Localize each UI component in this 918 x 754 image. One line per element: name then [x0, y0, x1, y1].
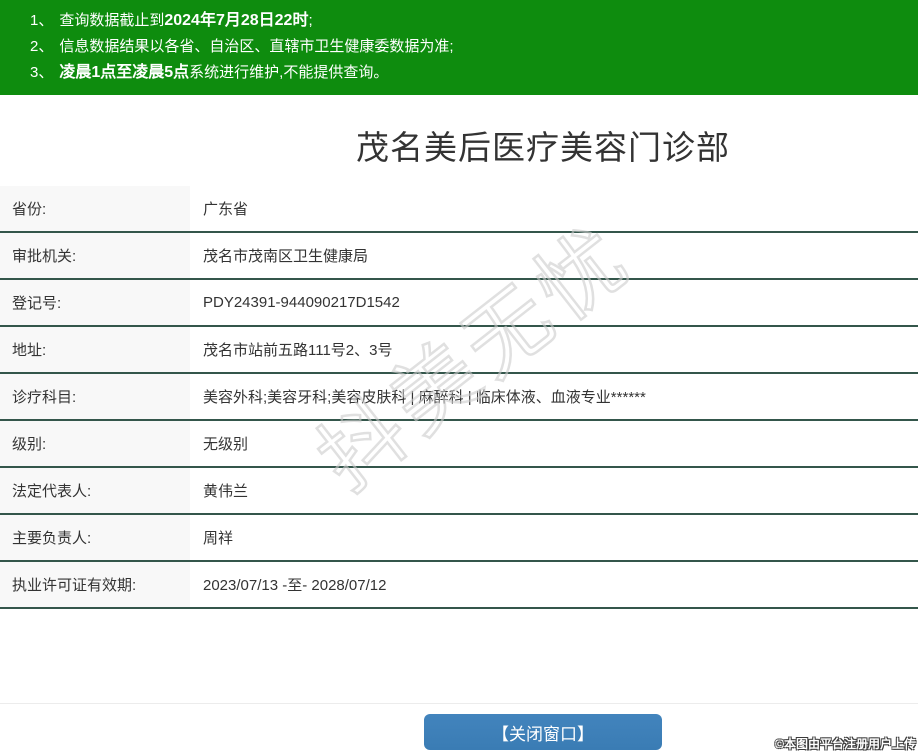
row-label: 法定代表人:: [0, 468, 190, 513]
table-row-legal-representative: 法定代表人: 黄伟兰: [0, 468, 918, 515]
row-label: 执业许可证有效期:: [0, 562, 190, 607]
notice-text: 信息数据结果以各省、自治区、直辖市卫生健康委数据为准;: [59, 38, 454, 55]
table-row-medical-subjects: 诊疗科目: 美容外科;美容牙科;美容皮肤科 | 麻醉科 | 临床体液、血液专业*…: [0, 374, 918, 421]
row-value: 无级别: [203, 436, 249, 453]
notice-text-bold: 凌晨1点至凌晨5点: [59, 64, 190, 81]
row-value: 2023/07/13 -至- 2028/07/12: [203, 577, 387, 594]
notice-text: ;: [308, 12, 313, 29]
notice-text: 查询数据截止到: [59, 12, 165, 29]
close-window-button[interactable]: 【关闭窗口】: [424, 714, 662, 750]
notice-number: 2、: [30, 38, 54, 55]
row-label: 级别:: [0, 421, 190, 466]
notice-bar: 1、 查询数据截止到2024年7月28日22时; 2、 信息数据结果以各省、自治区、…: [0, 0, 918, 95]
copyright-watermark: ©本图由平台注册用户上传: [775, 737, 916, 751]
table-row-address: 地址: 茂名市站前五路111号2、3号: [0, 327, 918, 374]
row-value: 广东省: [203, 201, 249, 218]
row-label: 主要负责人:: [0, 515, 190, 560]
row-value: 茂名市茂南区卫生健康局: [203, 248, 369, 265]
notice-text-bold: 2024年7月28日22时: [164, 12, 309, 29]
row-label: 诊疗科目:: [0, 374, 190, 419]
row-value: 茂名市站前五路111号2、3号: [203, 342, 393, 359]
table-row-registration-number: 登记号: PDY24391-944090217D1542: [0, 280, 918, 327]
table-row-level: 级别: 无级别: [0, 421, 918, 468]
table-row-approval-authority: 审批机关: 茂名市茂南区卫生健康局: [0, 233, 918, 280]
row-label: 地址:: [0, 327, 190, 372]
row-label: 审批机关:: [0, 233, 190, 278]
notice-item-2: 2、 信息数据结果以各省、自治区、直辖市卫生健康委数据为准;: [30, 34, 908, 60]
notice-item-3: 3、 凌晨1点至凌晨5点系统进行维护,不能提供查询。: [30, 60, 908, 86]
page-title: 茂名美后医疗美容门诊部: [356, 129, 730, 166]
row-value: 周祥: [203, 530, 234, 547]
notice-number: 3、: [30, 64, 54, 81]
notice-text: 系统进行维护,不能提供查询。: [189, 64, 389, 81]
row-value: 黄伟兰: [203, 483, 249, 500]
row-value: PDY24391-944090217D1542: [203, 294, 400, 311]
notice-number: 1、: [30, 12, 54, 29]
record-table: 省份: 广东省 审批机关: 茂名市茂南区卫生健康局 登记号: PDY24391-…: [0, 186, 918, 609]
table-row-principal: 主要负责人: 周祥: [0, 515, 918, 562]
notice-item-1: 1、 查询数据截止到2024年7月28日22时;: [30, 8, 908, 34]
row-label: 登记号:: [0, 280, 190, 325]
footer-divider: [0, 703, 918, 704]
row-value: 美容外科;美容牙科;美容皮肤科 | 麻醉科 | 临床体液、血液专业******: [203, 389, 646, 406]
table-row-license-validity: 执业许可证有效期: 2023/07/13 -至- 2028/07/12: [0, 562, 918, 609]
table-row-province: 省份: 广东省: [0, 186, 918, 233]
row-label: 省份:: [0, 186, 190, 231]
